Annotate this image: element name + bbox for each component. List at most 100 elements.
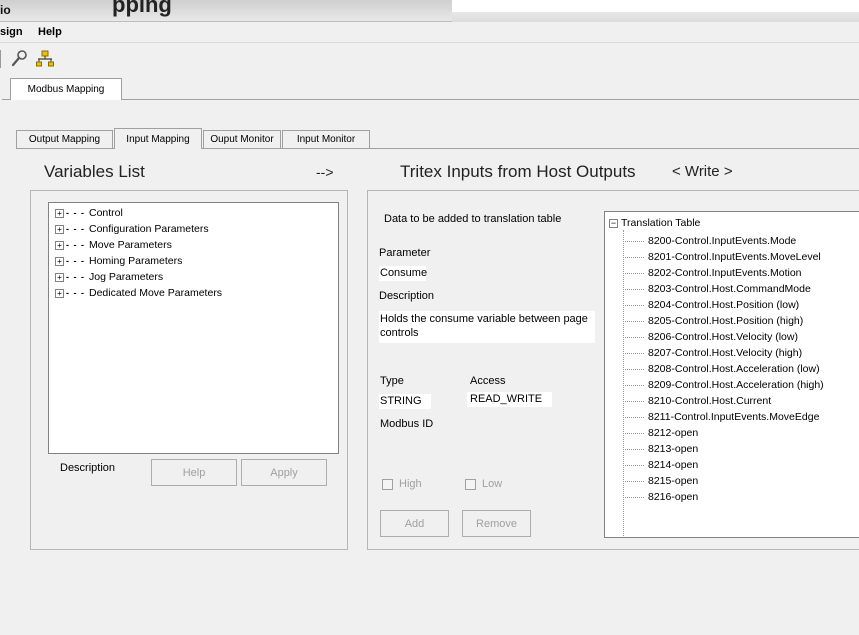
title-bar: io pping [0,0,859,22]
tab-output-mapping[interactable]: Output Mapping [16,130,113,148]
tree-item-label: Dedicated Move Parameters [89,287,223,299]
translation-item[interactable]: 8200-Control.InputEvents.Mode [623,233,796,249]
access-label: Access [470,375,506,387]
tree-item-label: Configuration Parameters [89,223,209,235]
mapping-arrow: --> [316,164,334,180]
translation-item-label: 8210-Control.Host.Current [648,395,772,407]
translation-item-label: 8209-Control.Host.Acceleration (high) [648,379,824,391]
type-value: STRING [380,395,422,407]
expand-icon[interactable]: + [55,240,64,250]
translation-item-label: 8206-Control.Host.Velocity (low) [648,331,798,343]
parameter-value: Consume [380,267,428,279]
translation-item-label: 8215-open [648,475,699,487]
translation-item[interactable]: 8207-Control.Host.Velocity (high) [623,345,802,361]
translation-item[interactable]: 8213-open [623,441,698,457]
translation-item-label: 8208-Control.Host.Acceleration (low) [648,363,820,375]
description-value: Holds the consume variable between page … [380,313,588,339]
expand-icon[interactable]: + [55,224,64,234]
title-bar-band [452,12,859,22]
translation-item[interactable]: 8214-open [623,457,698,473]
translation-table-root-label: Translation Table [621,217,701,229]
translation-item-label: 8207-Control.Host.Velocity (high) [648,347,803,359]
tab-output-monitor[interactable]: Ouput Monitor [203,130,281,148]
translation-item[interactable]: 8209-Control.Host.Acceleration (high) [623,377,824,393]
type-label: Type [380,375,404,387]
add-button[interactable]: Add [380,510,449,537]
mode-heading: < Write > [672,163,733,180]
network-icon[interactable] [34,48,56,70]
tree-connector: - - - [66,208,85,218]
tree-item-configuration[interactable]: + - - - Configuration Parameters [55,222,209,236]
translation-item[interactable]: 8208-Control.Host.Acceleration (low) [623,361,820,377]
tree-connector: - - - [66,256,85,266]
expand-icon[interactable]: + [55,256,64,266]
tree-item-move[interactable]: + - - - Move Parameters [55,238,172,252]
apply-button[interactable]: Apply [241,459,327,486]
tree-connector: - - - [66,224,85,234]
translation-item[interactable]: 8210-Control.Host.Current [623,393,771,409]
tree-item-jog[interactable]: + - - - Jog Parameters [55,270,163,284]
translation-item-label: 8200-Control.InputEvents.Mode [648,235,797,247]
translation-table-tree[interactable]: − Translation Table 8200-Control.InputEv… [604,211,859,538]
tritex-heading: Tritex Inputs from Host Outputs [400,162,636,181]
translation-item[interactable]: 8212-open [623,425,698,441]
tree-item-control[interactable]: + - - - Control [55,206,123,220]
translation-item-label: 8212-open [648,427,699,439]
translation-item[interactable]: 8201-Control.InputEvents.MoveLevel [623,249,821,265]
help-button[interactable]: Help [151,459,237,486]
tree-item-label: Homing Parameters [89,255,183,267]
translation-table-root[interactable]: − Translation Table [609,217,700,229]
tree-connector: - - - [66,272,85,282]
tab-input-mapping[interactable]: Input Mapping [114,128,202,149]
description-label: Description [60,462,116,474]
tree-item-dedicated-move[interactable]: + - - - Dedicated Move Parameters [55,286,222,300]
tree-item-label: Control [89,207,123,219]
tree-item-label: Jog Parameters [89,271,164,283]
translation-item-label: 8201-Control.InputEvents.MoveLevel [648,251,821,263]
checkbox-box[interactable] [465,478,476,490]
menu-bar: sign Help [0,23,859,43]
tab-input-monitor[interactable]: Input Monitor [282,130,370,148]
tree-item-homing[interactable]: + - - - Homing Parameters [55,254,182,268]
toolbar-separator [0,50,2,68]
access-value: READ_WRITE [470,393,543,405]
checkbox-box[interactable] [382,478,393,490]
translation-item[interactable]: 8204-Control.Host.Position (low) [623,297,799,313]
translation-item[interactable]: 8206-Control.Host.Velocity (low) [623,329,798,345]
translation-item[interactable]: 8205-Control.Host.Position (high) [623,313,803,329]
toolbar [0,44,859,74]
menu-design[interactable]: sign [0,26,23,38]
tree-item-label: Move Parameters [89,239,172,251]
tab-modbus-mapping[interactable]: Modbus Mapping [10,78,122,100]
expand-icon[interactable]: + [55,288,64,298]
translation-item[interactable]: 8216-open [623,489,698,505]
window-title-fragment: io [0,3,11,17]
collapse-icon[interactable]: − [609,218,618,228]
translation-item[interactable]: 8215-open [623,473,698,489]
translation-item-label: 8205-Control.Host.Position (high) [648,315,804,327]
high-checkbox-label: High [399,478,422,490]
high-checkbox[interactable]: High [382,478,422,490]
expand-icon[interactable]: + [55,272,64,282]
parameter-label: Parameter [379,247,431,259]
description-field-label: Description [379,290,435,302]
translation-item[interactable]: 8202-Control.InputEvents.Motion [623,265,802,281]
translation-item-label: 8213-open [648,443,699,455]
title-bar-blank [452,0,859,12]
translation-item[interactable]: 8211-Control.InputEvents.MoveEdge [623,409,819,425]
menu-help[interactable]: Help [38,26,62,38]
detail-header: Data to be added to translation table [384,213,562,225]
remove-button[interactable]: Remove [462,510,531,537]
translation-item[interactable]: 8203-Control.Host.CommandMode [623,281,811,297]
low-checkbox-label: Low [482,478,503,490]
modbus-id-label: Modbus ID [380,418,434,430]
window-title-large: pping [112,0,172,17]
wrench-icon[interactable] [8,48,30,70]
expand-icon[interactable]: + [55,208,64,218]
translation-item-label: 8204-Control.Host.Position (low) [648,299,800,311]
translation-item-label: 8216-open [648,491,699,503]
translation-item-label: 8203-Control.Host.CommandMode [648,283,811,295]
variables-list-heading: Variables List [44,162,145,181]
variables-tree[interactable]: + - - - Control + - - - Configuration Parame… [48,202,339,454]
low-checkbox[interactable]: Low [465,478,502,490]
